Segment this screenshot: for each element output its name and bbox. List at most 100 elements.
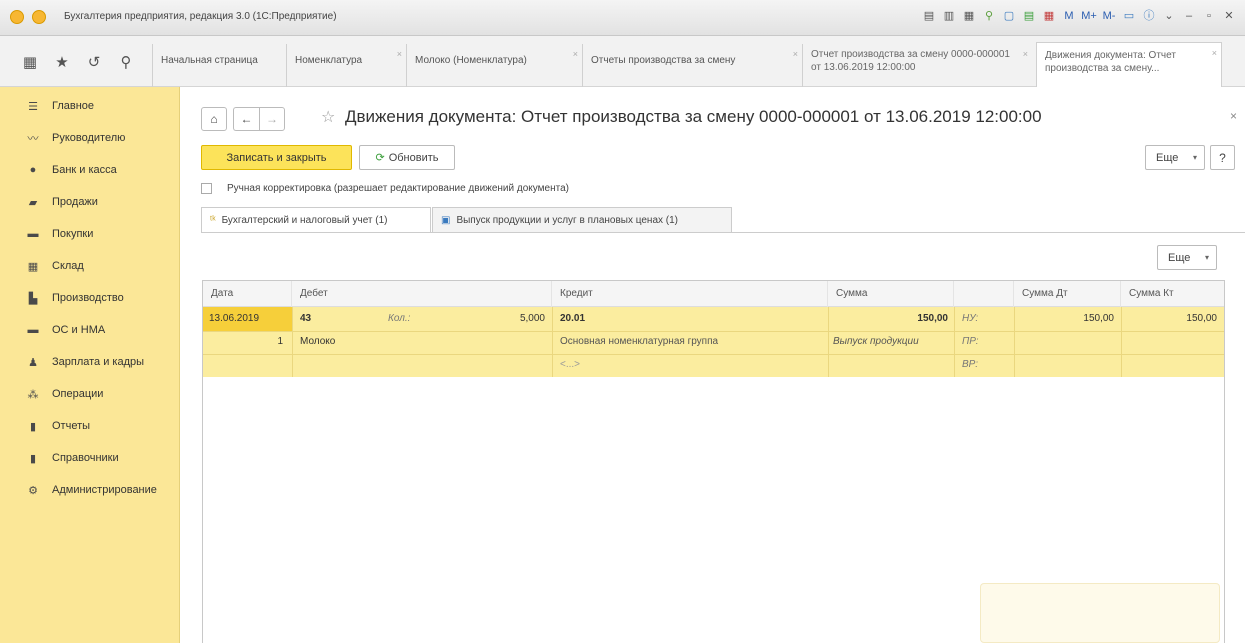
column-amount[interactable]: Сумма — [828, 281, 954, 307]
column-amount-dt[interactable]: Сумма Дт — [1014, 281, 1121, 307]
vr-label: ВР: — [962, 359, 979, 370]
tab-production-report-doc[interactable]: Отчет производства за смену 0000-000001 … — [802, 44, 1032, 87]
minimize-icon[interactable]: – — [1181, 8, 1197, 24]
back-button[interactable]: ← — [233, 107, 259, 131]
more-label: Еще — [1168, 251, 1191, 264]
window-toolbar: ▤ ▥ ▦ ⚲ ▢ ▤ ▦ M M+ M- ▭ ⓘ ⌄ – ▫ ✕ — [921, 8, 1237, 24]
tab-accounting[interactable]: ᵗᵏ Бухгалтерский и налоговый учет (1) — [201, 207, 431, 233]
notification-popup[interactable] — [980, 583, 1220, 643]
search-icon[interactable]: ⚲ — [118, 53, 134, 71]
qty-label: Кол.: — [388, 313, 411, 324]
sidebar-item-label: Администрирование — [52, 484, 157, 496]
line-number: 1 — [277, 336, 283, 347]
memory-m-plus-button[interactable]: M+ — [1081, 8, 1097, 24]
window-title: Бухгалтерия предприятия, редакция 3.0 (1… — [64, 11, 337, 22]
sidebar-item-purchases[interactable]: ▬ Покупки — [0, 221, 180, 247]
sidebar-item-fixed-assets[interactable]: ▬ ОС и НМА — [0, 317, 180, 343]
sidebar-item-label: Продажи — [52, 196, 98, 208]
col-divider — [1014, 307, 1015, 377]
grid-more-button[interactable]: Еще ▾ — [1157, 245, 1217, 270]
sidebar-item-production[interactable]: ▙ Производство — [0, 285, 180, 311]
forward-button[interactable]: → — [259, 107, 285, 131]
menu-icon: ☰ — [28, 100, 38, 113]
close-icon[interactable]: ✕ — [1221, 8, 1237, 24]
table-icon[interactable]: ▤ — [1021, 8, 1037, 24]
calculator-icon[interactable]: ▦ — [1041, 8, 1057, 24]
column-amount-kt[interactable]: Сумма Кт — [1121, 281, 1224, 307]
bag-icon: ▰ — [28, 196, 38, 209]
tab-label: Отчеты производства за смену — [591, 55, 736, 66]
sidebar-item-sales[interactable]: ▰ Продажи — [0, 189, 180, 215]
home-button[interactable]: ⌂ — [201, 107, 227, 131]
manual-edit-checkbox[interactable] — [201, 183, 212, 194]
truck-icon: ▬ — [27, 324, 39, 336]
sidebar-item-administration[interactable]: ⚙ Администрирование — [0, 477, 180, 503]
save-icon[interactable]: ▤ — [921, 8, 937, 24]
sidebar-item-main[interactable]: ☰ Главное — [0, 93, 180, 119]
print-icon[interactable]: ▥ — [941, 8, 957, 24]
save-and-close-button[interactable]: Записать и закрыть — [201, 145, 352, 170]
apps-grid-icon[interactable]: ▦ — [22, 53, 38, 71]
sidebar-item-operations[interactable]: ⁂ Операции — [0, 381, 180, 407]
refresh-button[interactable]: ⟳ Обновить — [359, 145, 455, 170]
amount-subconto: Выпуск продукции — [833, 336, 919, 347]
sidebar-item-label: Руководителю — [52, 132, 126, 144]
manual-edit-row: Ручная корректировка (разрешает редактир… — [201, 183, 569, 194]
sidebar-item-manager[interactable]: 〰 Руководителю — [0, 125, 180, 151]
tab-close-icon[interactable]: × — [573, 48, 578, 61]
chart-line-icon: 〰 — [27, 133, 39, 145]
sidebar-item-warehouse[interactable]: ▦ Склад — [0, 253, 180, 279]
sections-sidebar: ☰ Главное 〰 Руководителю ● Банк и касса ▰ Пр… — [0, 87, 180, 643]
window-layout-icon[interactable]: ▭ — [1121, 8, 1137, 24]
tab-home[interactable]: Начальная страница — [152, 44, 286, 87]
doc-icon[interactable]: ▢ — [1001, 8, 1017, 24]
memory-m-button[interactable]: M — [1061, 8, 1077, 24]
col-divider — [552, 307, 553, 377]
refresh-label: Обновить — [388, 151, 439, 164]
tab-nomenclature[interactable]: Номенклатура × — [286, 44, 406, 87]
row-divider — [203, 354, 1224, 355]
more-button[interactable]: Еще ▾ — [1145, 145, 1205, 170]
close-form-icon[interactable]: × — [1230, 109, 1237, 123]
chevron-down-icon: ▾ — [1192, 153, 1197, 162]
column-debit[interactable]: Дебет — [292, 281, 552, 307]
calendar-icon[interactable]: ▦ — [961, 8, 977, 24]
sidebar-item-reports[interactable]: ▮ Отчеты — [0, 413, 180, 439]
table-row[interactable]: 13.06.2019 43 Кол.: 5,000 20.01 150,00 Н… — [203, 307, 1224, 377]
cart-icon: ▬ — [27, 228, 39, 240]
tab-planned-prices[interactable]: ▣ Выпуск продукции и услуг в плановых це… — [432, 207, 732, 233]
main-menu-icon[interactable] — [32, 10, 46, 24]
help-button[interactable]: ? — [1210, 145, 1235, 170]
tab-close-icon[interactable]: × — [793, 48, 798, 61]
tab-label: Отчет производства за смену 0000-000001 … — [811, 49, 1010, 73]
tab-close-icon[interactable]: × — [397, 48, 402, 61]
maximize-icon[interactable]: ▫ — [1201, 8, 1217, 24]
info-icon[interactable]: ⓘ — [1141, 8, 1157, 24]
tab-document-movements[interactable]: Движения документа: Отчет производства з… — [1036, 42, 1222, 88]
tab-close-icon[interactable]: × — [1023, 48, 1028, 61]
tab-production-reports[interactable]: Отчеты производства за смену × — [582, 44, 802, 87]
link-icon[interactable]: ⚲ — [981, 8, 997, 24]
tab-label: Выпуск продукции и услуг в плановых цена… — [456, 214, 679, 226]
favorites-star-icon[interactable]: ★ — [54, 53, 70, 71]
register-icon: ▣ — [441, 214, 451, 226]
sidebar-item-salary[interactable]: ♟ Зарплата и кадры — [0, 349, 180, 375]
column-credit[interactable]: Кредит — [552, 281, 828, 307]
app-logo-icon[interactable] — [10, 10, 24, 24]
open-tabs-bar: ▦ ★ ↺ ⚲ Начальная страница Номенклатура … — [0, 36, 1245, 88]
memory-m-minus-button[interactable]: M- — [1101, 8, 1117, 24]
tab-label: Молоко (Номенклатура) — [415, 55, 527, 66]
history-icon[interactable]: ↺ — [86, 53, 102, 71]
column-date[interactable]: Дата — [203, 281, 292, 307]
debit-subconto: Молоко — [300, 336, 336, 347]
sidebar-item-directories[interactable]: ▮ Справочники — [0, 445, 180, 471]
tab-milk-nomenclature[interactable]: Молоко (Номенклатура) × — [406, 44, 582, 87]
favorite-star-icon[interactable]: ☆ — [321, 107, 335, 127]
sidebar-item-bank[interactable]: ● Банк и касса — [0, 157, 180, 183]
tab-label: Бухгалтерский и налоговый учет (1) — [221, 214, 388, 226]
col-divider — [1121, 307, 1122, 377]
factory-icon: ▙ — [28, 292, 38, 305]
arrow-right-icon: → — [266, 112, 278, 126]
chevron-down-icon[interactable]: ⌄ — [1161, 8, 1177, 24]
tab-close-icon[interactable]: × — [1212, 47, 1217, 60]
